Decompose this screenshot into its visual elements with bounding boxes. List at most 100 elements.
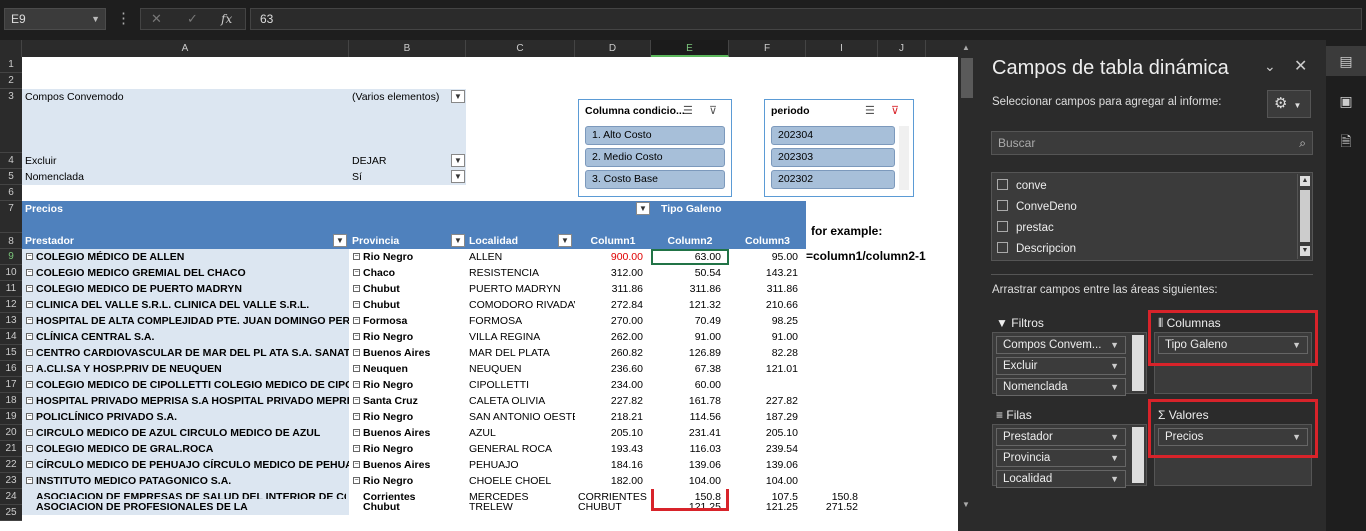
column2-cell[interactable]: 121.32 — [651, 297, 729, 313]
column3-cell[interactable]: 121.01 — [729, 361, 806, 377]
clear-filter-icon[interactable]: ⊽ — [891, 104, 899, 117]
provincia-cell[interactable]: Santa Cruz — [349, 393, 466, 409]
column1-cell[interactable]: 184.16 — [575, 457, 651, 473]
column1-cell[interactable]: 205.10 — [575, 425, 651, 441]
slicer-periodo-item[interactable]: 202302 — [771, 170, 895, 189]
filters-area[interactable]: Compos Convem... ▼ Excluir ▼ Nomenclada ▼ — [992, 332, 1147, 396]
prestador-cell[interactable]: CLINICA DEL VALLE S.R.L. CLINICA DEL VAL… — [22, 297, 349, 313]
field-item[interactable]: ConveDeno — [997, 200, 1077, 214]
collapse-icon[interactable]: − — [26, 301, 33, 308]
area-scrollbar[interactable] — [1132, 427, 1144, 483]
vertical-scrollbar[interactable]: ▲ ▼ — [958, 40, 976, 531]
column-header-a[interactable]: A — [22, 40, 349, 57]
localidad-cell[interactable]: TRELEW — [469, 499, 574, 515]
column2-cell[interactable]: 231.41 — [651, 425, 729, 441]
field-item[interactable]: conve — [997, 179, 1047, 193]
column3-cell[interactable]: 143.21 — [729, 265, 806, 281]
row-header-20[interactable]: 20 — [0, 425, 22, 441]
column-header-j[interactable]: J — [878, 40, 926, 57]
localidad-cell[interactable]: NEUQUEN — [466, 361, 575, 377]
collapse-icon[interactable]: − — [353, 477, 360, 484]
row-header-18[interactable]: 18 — [0, 393, 22, 409]
column3-cell[interactable]: 98.25 — [729, 313, 806, 329]
column3-cell[interactable]: 210.66 — [729, 297, 806, 313]
prestador-cell[interactable]: A.CLI.SA Y HOSP.PRIV DE NEUQUEN — [22, 361, 349, 377]
filter-dropdown-icon[interactable]: ▼ — [451, 90, 465, 103]
provincia-cell[interactable]: Chaco — [349, 265, 466, 281]
provincia-cell[interactable]: Buenos Aires — [349, 425, 466, 441]
provincia-cell[interactable]: Rio Negro — [349, 329, 466, 345]
filter-value-compos[interactable]: (Varios elementos) — [349, 89, 466, 105]
filtros-chip[interactable]: Compos Convem... ▼ — [996, 336, 1126, 354]
collapse-icon[interactable]: − — [353, 349, 360, 356]
column1-cell[interactable]: 260.82 — [575, 345, 651, 361]
filter-dropdown-icon[interactable]: ▼ — [451, 154, 465, 167]
column1-cell[interactable]: 900.00 — [575, 249, 651, 265]
localidad-cell[interactable]: GENERAL ROCA — [466, 441, 575, 457]
field-list-scrollbar[interactable]: ▲ ▼ — [1297, 174, 1311, 259]
provincia-cell[interactable]: Formosa — [349, 313, 466, 329]
column2-cell[interactable]: 63.00 — [651, 249, 729, 265]
slicer-columna-item[interactable]: 1. Alto Costo — [585, 126, 725, 145]
prestador-cell[interactable]: CLÍNICA CENTRAL S.A. — [22, 329, 349, 345]
provincia-cell[interactable]: Buenos Aires — [349, 345, 466, 361]
area-scrollbar[interactable] — [1132, 335, 1144, 391]
formula-input[interactable]: 63 — [250, 8, 1362, 30]
filter-dropdown-icon[interactable]: ▼ — [451, 170, 465, 183]
row-header-4[interactable]: 4 — [0, 153, 22, 169]
provincia-cell[interactable]: Rio Negro — [349, 441, 466, 457]
slicer-periodo[interactable]: periodo ☰ ⊽ 202304 202303 202302 — [764, 99, 914, 197]
row-header-23[interactable]: 23 — [0, 473, 22, 489]
scroll-thumb[interactable] — [961, 58, 973, 98]
row-header-7[interactable]: 7 — [0, 201, 22, 233]
collapse-icon[interactable]: − — [26, 285, 33, 292]
row-header-21[interactable]: 21 — [0, 441, 22, 457]
filtros-chip[interactable]: Nomenclada ▼ — [996, 378, 1126, 396]
filter-value-nomenclada[interactable]: Sí — [349, 169, 466, 185]
column1-cell[interactable]: 311.86 — [575, 281, 651, 297]
column-header-d[interactable]: D — [575, 40, 651, 57]
filas-chip[interactable]: Localidad ▼ — [996, 470, 1126, 488]
prestador-cell[interactable]: CIRCULO MEDICO DE AZUL CIRCULO MEDICO DE… — [22, 425, 349, 441]
prestador-cell[interactable]: INSTITUTO MEDICO PATAGONICO S.A. — [22, 473, 349, 489]
prestador-cell[interactable]: COLEGIO MEDICO GREMIAL DEL CHACO — [22, 265, 349, 281]
prestador-cell[interactable]: COLEGIO MÉDICO DE ALLEN — [22, 249, 349, 265]
chevron-down-icon[interactable]: ▼ — [1110, 358, 1119, 374]
sort-dropdown-icon[interactable]: ▼ — [333, 234, 347, 247]
column1-cell[interactable]: 270.00 — [575, 313, 651, 329]
value-cell[interactable]: 121.25 — [729, 499, 806, 515]
row-header-19[interactable]: 19 — [0, 409, 22, 425]
collapse-icon[interactable]: − — [353, 269, 360, 276]
column-header-c[interactable]: C — [466, 40, 575, 57]
collapse-icon[interactable]: − — [353, 397, 360, 404]
slicer-scrollbar[interactable] — [899, 126, 909, 190]
filter-dropdown-icon[interactable]: ▼ — [451, 234, 465, 247]
localidad-cell[interactable]: CALETA OLIVIA — [466, 393, 575, 409]
row-header-25[interactable]: 25 — [0, 505, 22, 521]
collapse-icon[interactable]: − — [353, 413, 360, 420]
collapse-icon[interactable]: − — [353, 285, 360, 292]
cancel-icon[interactable]: ✕ — [151, 9, 162, 29]
column2-cell[interactable]: 70.49 — [651, 313, 729, 329]
collapse-icon[interactable]: − — [26, 365, 33, 372]
column2-cell[interactable]: 67.38 — [651, 361, 729, 377]
gear-icon[interactable]: ⚙ ▼ — [1267, 90, 1311, 118]
provincia-cell[interactable]: Rio Negro — [349, 409, 466, 425]
column1-cell[interactable]: 312.00 — [575, 265, 651, 281]
collapse-icon[interactable]: − — [353, 253, 360, 260]
prestador-cell[interactable]: CÍRCULO MEDICO DE PEHUAJO CÍRCULO MEDICO… — [22, 457, 349, 473]
provincia-cell[interactable]: Chubut — [349, 281, 466, 297]
column3-cell[interactable]: 239.54 — [729, 441, 806, 457]
localidad-cell[interactable]: CIPOLLETTI — [466, 377, 575, 393]
checkbox[interactable] — [997, 200, 1008, 211]
column2-cell[interactable]: 116.03 — [651, 441, 729, 457]
chevron-down-icon[interactable]: ▼ — [1110, 471, 1119, 487]
collapse-icon[interactable]: − — [26, 269, 33, 276]
sort-dropdown-icon[interactable]: ▼ — [558, 234, 572, 247]
column3-cell[interactable]: 104.00 — [729, 473, 806, 489]
slicer-columna-item[interactable]: 3. Costo Base — [585, 170, 725, 189]
row-header-5[interactable]: 5 — [0, 169, 22, 185]
collapse-icon[interactable]: − — [26, 429, 33, 436]
provincia-cell[interactable]: Neuquen — [349, 361, 466, 377]
column3-cell[interactable]: 95.00 — [729, 249, 806, 265]
